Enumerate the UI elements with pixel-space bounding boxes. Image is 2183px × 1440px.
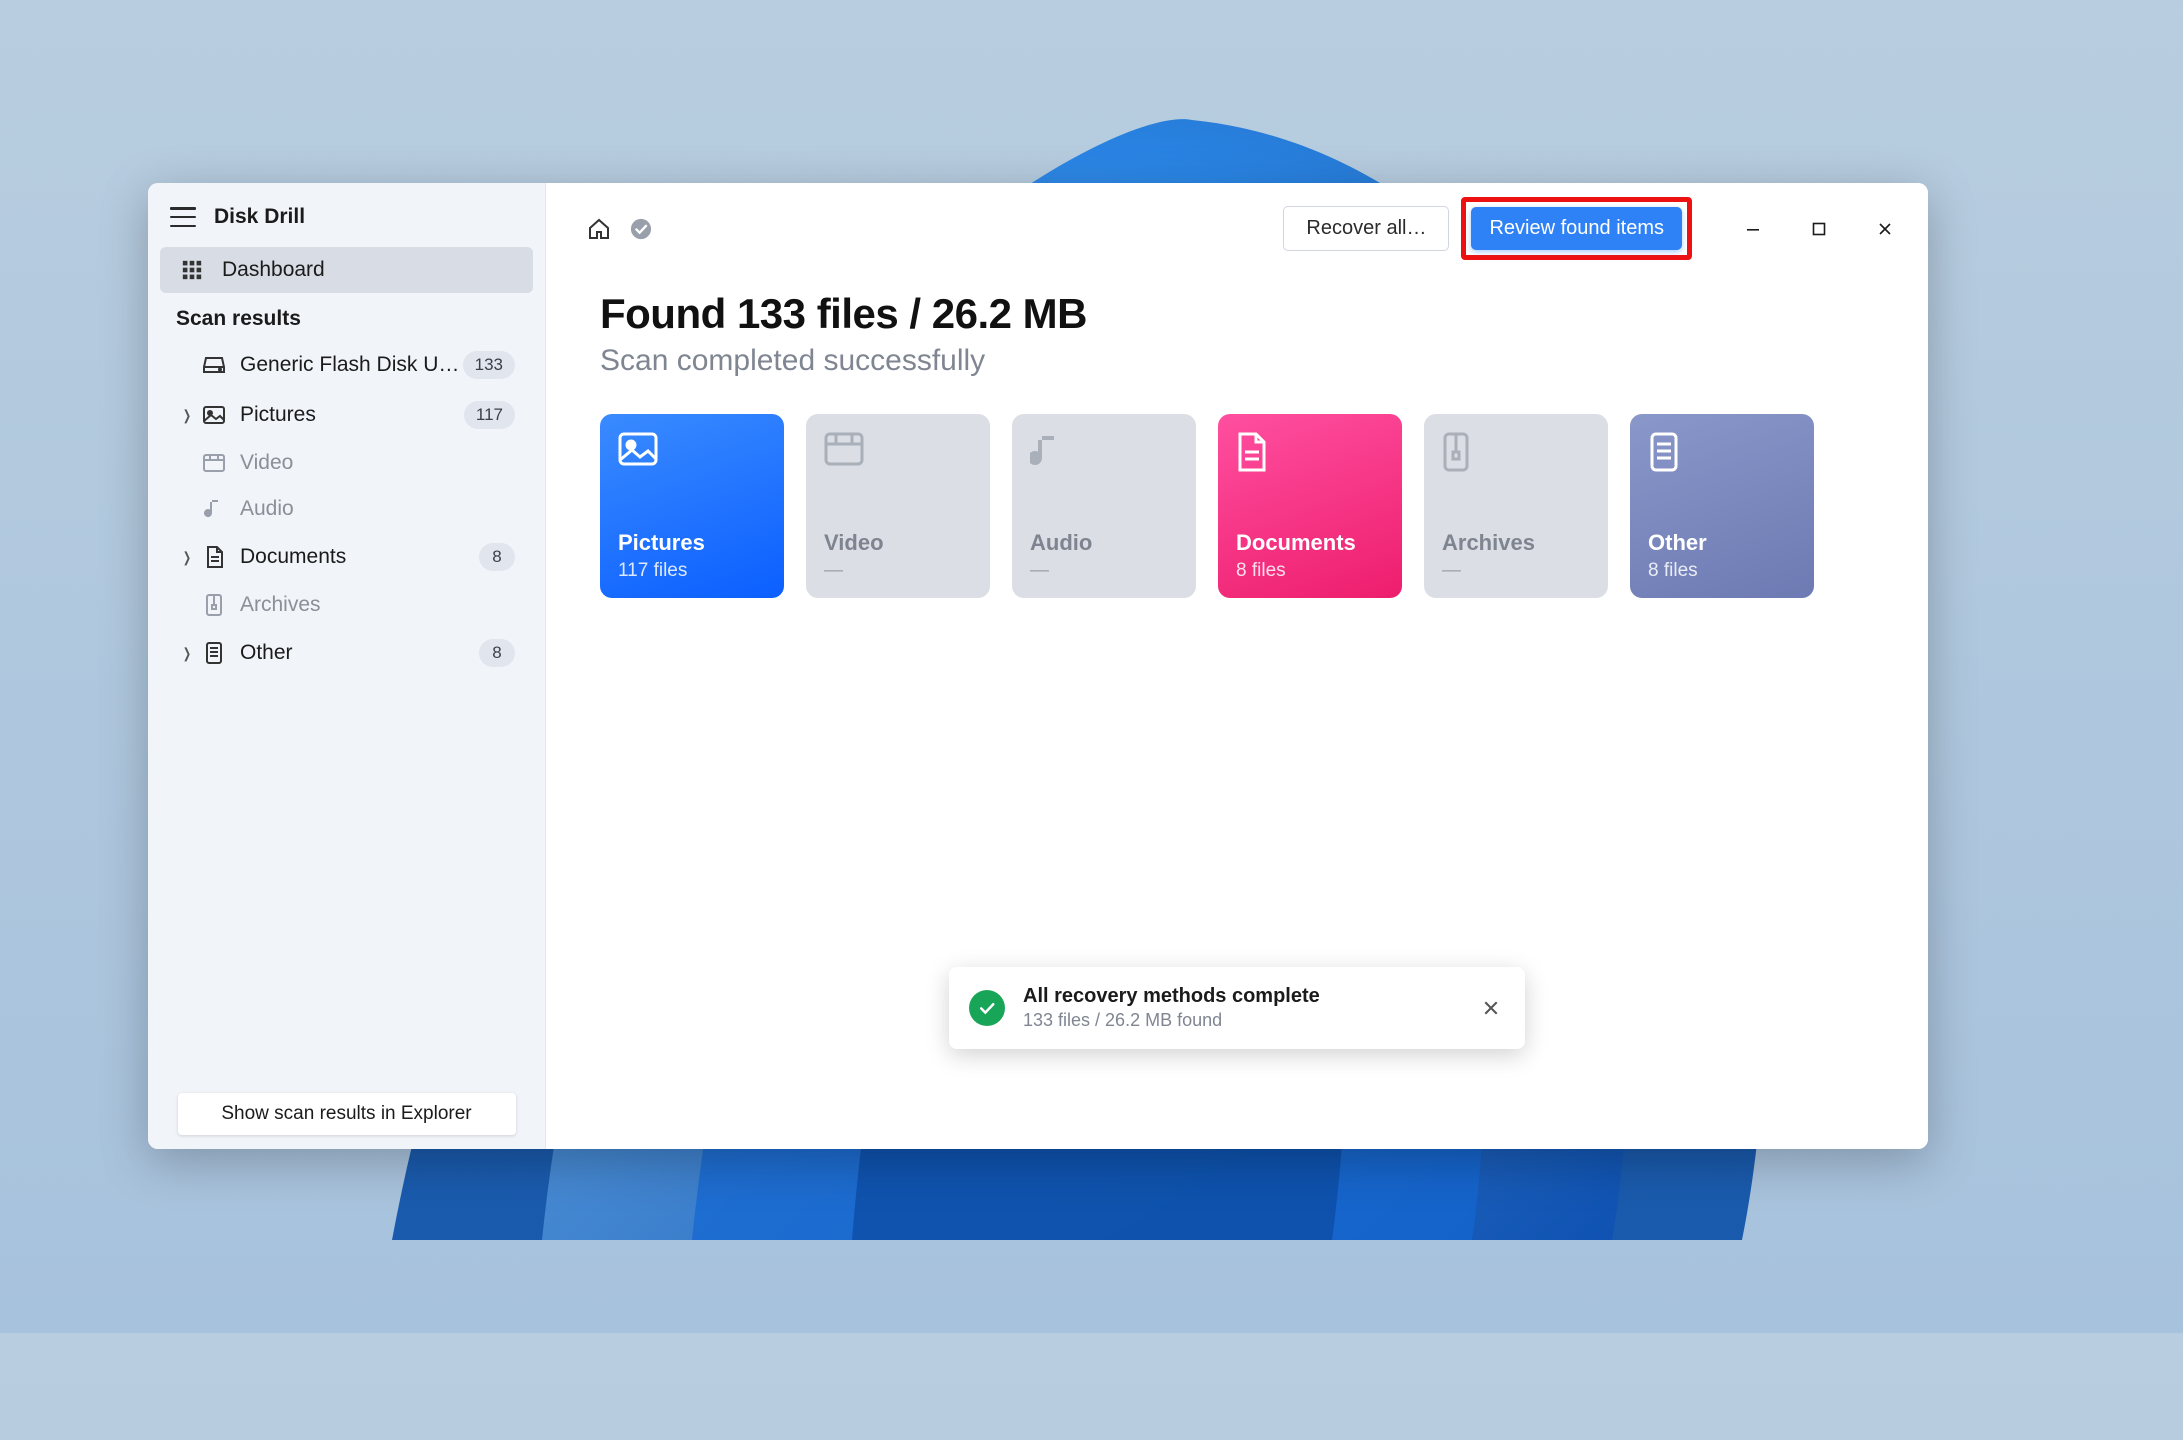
sidebar-item-generic-flash-disk-usb[interactable]: ❯Generic Flash Disk USB…133 bbox=[160, 341, 533, 389]
sidebar-item-audio[interactable]: ❯Audio bbox=[160, 487, 533, 531]
pictures-icon bbox=[618, 432, 658, 472]
app-title: Disk Drill bbox=[214, 205, 305, 229]
other-icon bbox=[1648, 432, 1688, 472]
sidebar-item-label: Other bbox=[240, 641, 479, 665]
checkmark-icon bbox=[969, 990, 1005, 1026]
window-minimize-button[interactable] bbox=[1720, 207, 1786, 251]
toolbar: Recover all… Review found items bbox=[546, 183, 1928, 270]
category-card-archives[interactable]: Archives — bbox=[1424, 414, 1608, 598]
card-title: Audio bbox=[1030, 530, 1178, 556]
results-subhead: Scan completed successfully bbox=[600, 344, 1874, 378]
results-headline: Found 133 files / 26.2 MB bbox=[600, 290, 1874, 338]
sidebar-section-scan-results: Scan results bbox=[148, 297, 545, 341]
other-icon bbox=[198, 641, 230, 665]
sidebar-item-video[interactable]: ❯Video bbox=[160, 441, 533, 485]
card-title: Pictures bbox=[618, 530, 766, 556]
count-badge: 8 bbox=[479, 639, 515, 667]
drive-icon bbox=[198, 355, 230, 375]
sidebar-item-pictures[interactable]: ❯ Pictures117 bbox=[160, 391, 533, 439]
dashboard-grid-icon bbox=[178, 259, 206, 281]
completion-toast: All recovery methods complete 133 files … bbox=[949, 967, 1525, 1049]
sidebar-item-dashboard[interactable]: Dashboard bbox=[160, 247, 533, 293]
audio-icon bbox=[198, 497, 230, 521]
audio-icon bbox=[1030, 432, 1070, 472]
recover-all-button[interactable]: Recover all… bbox=[1283, 206, 1449, 251]
sidebar-item-documents[interactable]: ❯ Documents8 bbox=[160, 533, 533, 581]
category-card-pictures[interactable]: Pictures 117 files bbox=[600, 414, 784, 598]
video-icon bbox=[198, 453, 230, 473]
count-badge: 8 bbox=[479, 543, 515, 571]
card-title: Video bbox=[824, 530, 972, 556]
count-badge: 133 bbox=[463, 351, 515, 379]
card-subtitle: 8 files bbox=[1648, 560, 1796, 582]
count-badge: 117 bbox=[464, 401, 515, 429]
sidebar-item-other[interactable]: ❯ Other8 bbox=[160, 629, 533, 677]
window-maximize-button[interactable] bbox=[1786, 207, 1852, 251]
documents-icon bbox=[1236, 432, 1276, 472]
card-subtitle: — bbox=[824, 560, 972, 582]
main-panel: Recover all… Review found items Found 13… bbox=[546, 183, 1928, 1149]
document-icon bbox=[198, 545, 230, 569]
card-subtitle: 117 files bbox=[618, 560, 766, 582]
archive-icon bbox=[198, 593, 230, 617]
video-icon bbox=[824, 432, 864, 472]
category-card-audio[interactable]: Audio — bbox=[1012, 414, 1196, 598]
picture-icon bbox=[198, 405, 230, 425]
sidebar-item-label: Video bbox=[240, 451, 515, 475]
sidebar: Disk Drill Dashboard Scan results ❯Gener… bbox=[148, 183, 546, 1149]
show-in-explorer-button[interactable]: Show scan results in Explorer bbox=[178, 1093, 516, 1135]
sidebar-item-label: Dashboard bbox=[222, 258, 519, 282]
chevron-right-icon: ❯ bbox=[181, 407, 194, 424]
review-button-highlight: Review found items bbox=[1461, 197, 1692, 260]
archives-icon bbox=[1442, 432, 1482, 472]
scan-status-icon[interactable] bbox=[626, 214, 656, 244]
window-close-button[interactable] bbox=[1852, 207, 1918, 251]
category-card-documents[interactable]: Documents 8 files bbox=[1218, 414, 1402, 598]
app-window: Disk Drill Dashboard Scan results ❯Gener… bbox=[148, 183, 1928, 1149]
sidebar-item-label: Audio bbox=[240, 497, 515, 521]
card-subtitle: — bbox=[1030, 560, 1178, 582]
card-title: Documents bbox=[1236, 530, 1384, 556]
review-found-items-button[interactable]: Review found items bbox=[1471, 207, 1682, 250]
home-button[interactable] bbox=[584, 214, 614, 244]
toast-close-button[interactable] bbox=[1477, 994, 1505, 1022]
card-subtitle: — bbox=[1442, 560, 1590, 582]
card-subtitle: 8 files bbox=[1236, 560, 1384, 582]
toast-subtitle: 133 files / 26.2 MB found bbox=[1023, 1010, 1459, 1031]
category-card-video[interactable]: Video — bbox=[806, 414, 990, 598]
sidebar-item-label: Documents bbox=[240, 545, 479, 569]
chevron-right-icon: ❯ bbox=[181, 645, 194, 662]
sidebar-item-label: Archives bbox=[240, 593, 515, 617]
hamburger-menu-button[interactable] bbox=[170, 207, 196, 227]
sidebar-item-label: Pictures bbox=[240, 403, 464, 427]
card-title: Other bbox=[1648, 530, 1796, 556]
chevron-right-icon: ❯ bbox=[181, 549, 194, 566]
sidebar-item-label: Generic Flash Disk USB… bbox=[240, 353, 463, 377]
toast-title: All recovery methods complete bbox=[1023, 985, 1459, 1008]
category-card-other[interactable]: Other 8 files bbox=[1630, 414, 1814, 598]
card-title: Archives bbox=[1442, 530, 1590, 556]
sidebar-item-archives[interactable]: ❯Archives bbox=[160, 583, 533, 627]
